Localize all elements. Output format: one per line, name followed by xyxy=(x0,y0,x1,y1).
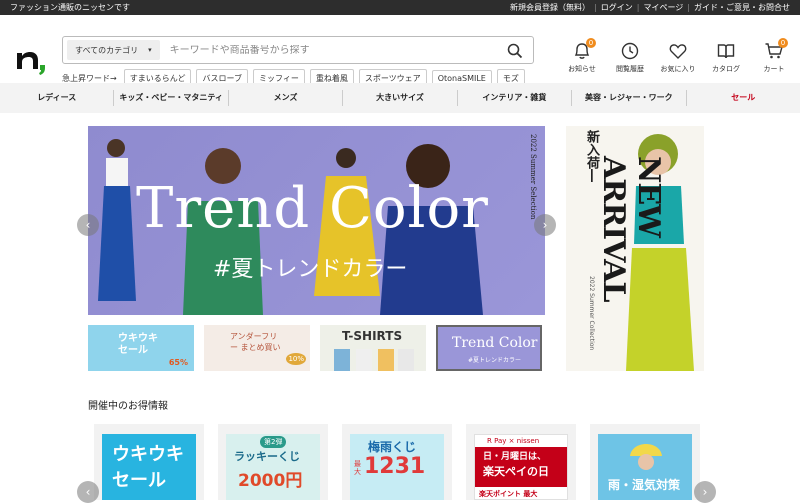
chevron-right-icon: › xyxy=(542,218,548,232)
deal-card[interactable]: 梅雨くじ 最大 1231 xyxy=(342,424,452,500)
login-link[interactable]: ログイン xyxy=(601,2,633,13)
deal-card-text: 楽天ポイント 最大 xyxy=(479,490,538,498)
deal-card[interactable]: 雨・湿気対策 xyxy=(590,424,700,500)
deal-card-image: 第2弾 ラッキーくじ 2000円 xyxy=(226,434,320,500)
thumbnail[interactable]: アンダーフリー まとめ買い 10% xyxy=(204,325,310,371)
deal-card[interactable]: R Pay × nissen 日・月曜日は、 楽天ペイの日 楽天ポイント 最大 xyxy=(466,424,576,500)
utility-links: 新規会員登録（無料） | ログイン | マイページ | ガイド・ご意見・お問合せ xyxy=(510,2,790,13)
notification-badge: 0 xyxy=(586,38,596,48)
cart-button[interactable]: 0 カート xyxy=(750,38,798,74)
deal-card-text: R Pay × nissen xyxy=(487,437,540,445)
new-arrival-title: NEW ARRIVAL xyxy=(596,156,666,302)
clock-icon xyxy=(621,42,639,60)
heart-icon xyxy=(669,44,687,59)
nissen-logo[interactable] xyxy=(14,43,48,77)
deal-card-text: 最大 xyxy=(354,460,361,476)
deal-card-text: 日・月曜日は、 xyxy=(483,452,547,462)
thumbnail-active[interactable]: Trend Color #夏トレンドカラー xyxy=(436,325,542,371)
header-icon-nav: 0 お知らせ 閲覧履歴 お気に入り カタログ 0 カート xyxy=(558,38,798,74)
nav-sale[interactable]: セール xyxy=(685,90,800,106)
chevron-left-icon: ‹ xyxy=(85,218,91,232)
search-icon[interactable] xyxy=(507,43,523,59)
separator: | xyxy=(687,3,690,12)
thumbnail[interactable]: T-SHIRTS xyxy=(320,325,426,371)
separator: | xyxy=(594,3,597,12)
hero-subtitle: #夏トレンドカラー xyxy=(213,257,408,282)
hero-thumbnails: ウキウキ セール 65% アンダーフリー まとめ買い 10% T-SHIRTS … xyxy=(88,325,542,371)
deals-carousel: ウキウキ セール 第2弾 ラッキーくじ 2000円 梅雨くじ 最大 1231 R… xyxy=(94,424,700,500)
nav-beauty-leisure[interactable]: 美容・レジャー・ワーク xyxy=(571,90,685,106)
new-arrival-banner[interactable]: 新入荷― NEW ARRIVAL 2022 Summer Collection xyxy=(566,126,704,371)
hero-prev-arrow[interactable]: ‹ xyxy=(77,214,99,236)
thumbnail-note: 10% xyxy=(286,353,306,365)
register-link[interactable]: 新規会員登録（無料） xyxy=(510,2,590,13)
nav-interior[interactable]: インテリア・雑貨 xyxy=(456,90,571,106)
hero-title: Trend Color xyxy=(136,176,489,241)
cart-badge: 0 xyxy=(778,38,788,48)
deal-card-image: 雨・湿気対策 xyxy=(598,434,692,500)
guide-link[interactable]: ガイド・ご意見・お問合せ xyxy=(694,2,790,13)
chevron-right-icon: › xyxy=(702,485,708,499)
search-bar: すべてのカテゴリ ▾ xyxy=(62,36,534,64)
nav-large-sizes[interactable]: 大きいサイズ xyxy=(342,90,456,106)
site-tagline: ファッション通販のニッセンです xyxy=(10,3,130,12)
thumbnail-title: ウキウキ セール xyxy=(118,333,158,356)
thumbnail[interactable]: ウキウキ セール 65% xyxy=(88,325,194,371)
catalog-label: カタログ xyxy=(712,65,740,73)
site-header: すべてのカテゴリ ▾ 急上昇ワード→ すまいるらんど バスローブ ミッフィー 重… xyxy=(0,15,800,88)
favorites-button[interactable]: お気に入り xyxy=(654,41,702,74)
deal-card-image: R Pay × nissen 日・月曜日は、 楽天ペイの日 楽天ポイント 最大 xyxy=(474,434,568,500)
thumbnail-note: #夏トレンドカラー xyxy=(468,357,522,364)
category-select-value: すべてのカテゴリ xyxy=(75,45,139,55)
hero-banner[interactable]: Trend Color #夏トレンドカラー 2022 Summer Select… xyxy=(88,126,545,315)
deal-card-image: 梅雨くじ 最大 1231 xyxy=(350,434,444,500)
deal-card-text: 2000円 xyxy=(238,471,303,491)
tshirt-illustration xyxy=(334,349,414,371)
nav-ladies[interactable]: レディース xyxy=(0,90,113,106)
deal-card[interactable]: 第2弾 ラッキーくじ 2000円 xyxy=(218,424,328,500)
book-icon xyxy=(717,44,735,59)
deal-card-text: 1231 xyxy=(364,454,426,479)
chevron-left-icon: ‹ xyxy=(85,485,91,499)
deal-card-text: ウキウキ xyxy=(112,444,184,465)
section-title: 開催中のお得情報 xyxy=(88,401,168,412)
category-select[interactable]: すべてのカテゴリ ▾ xyxy=(67,40,160,60)
hero-side-text: 2022 Summer Selection xyxy=(529,134,537,220)
history-button[interactable]: 閲覧履歴 xyxy=(606,41,654,74)
hero-next-arrow[interactable]: › xyxy=(534,214,556,236)
thumbnail-title: Trend Color xyxy=(452,335,538,351)
cart-label: カート xyxy=(763,65,785,73)
thumbnail-note: 65% xyxy=(168,358,188,367)
search-input[interactable] xyxy=(169,44,490,56)
umbrella-illustration xyxy=(630,444,662,470)
new-arrival-subtitle: 2022 Summer Collection xyxy=(588,276,595,351)
top-utility-bar: ファッション通販のニッセンです 新規会員登録（無料） | ログイン | マイペー… xyxy=(0,0,800,15)
nav-kids-baby-maternity[interactable]: キッズ・ベビー・マタニティ xyxy=(113,90,227,106)
thumbnail-title: T-SHIRTS xyxy=(342,329,403,343)
deal-card-text: 第2弾 xyxy=(260,436,287,448)
deal-card-text: ラッキーくじ xyxy=(234,450,300,463)
chevron-down-icon: ▾ xyxy=(148,46,152,54)
deal-card-image: ウキウキ セール xyxy=(102,434,196,500)
separator: | xyxy=(636,3,640,12)
notifications-button[interactable]: 0 お知らせ xyxy=(558,38,606,74)
mypage-link[interactable]: マイページ xyxy=(643,2,683,13)
deal-card[interactable]: ウキウキ セール xyxy=(94,424,204,500)
deal-card-text: 楽天ペイの日 xyxy=(483,465,549,478)
category-nav: レディース キッズ・ベビー・マタニティ メンズ 大きいサイズ インテリア・雑貨 … xyxy=(0,83,800,113)
deal-card-text: 雨・湿気対策 xyxy=(608,478,681,492)
favorites-label: お気に入り xyxy=(660,65,696,73)
catalog-button[interactable]: カタログ xyxy=(702,41,750,74)
nav-mens[interactable]: メンズ xyxy=(227,90,342,106)
history-label: 閲覧履歴 xyxy=(616,65,644,73)
deal-card-text: セール xyxy=(112,470,166,491)
notifications-label: お知らせ xyxy=(568,65,596,73)
deal-card-text: 梅雨くじ xyxy=(368,440,417,454)
thumbnail-title: アンダーフリー まとめ買い xyxy=(230,332,281,352)
